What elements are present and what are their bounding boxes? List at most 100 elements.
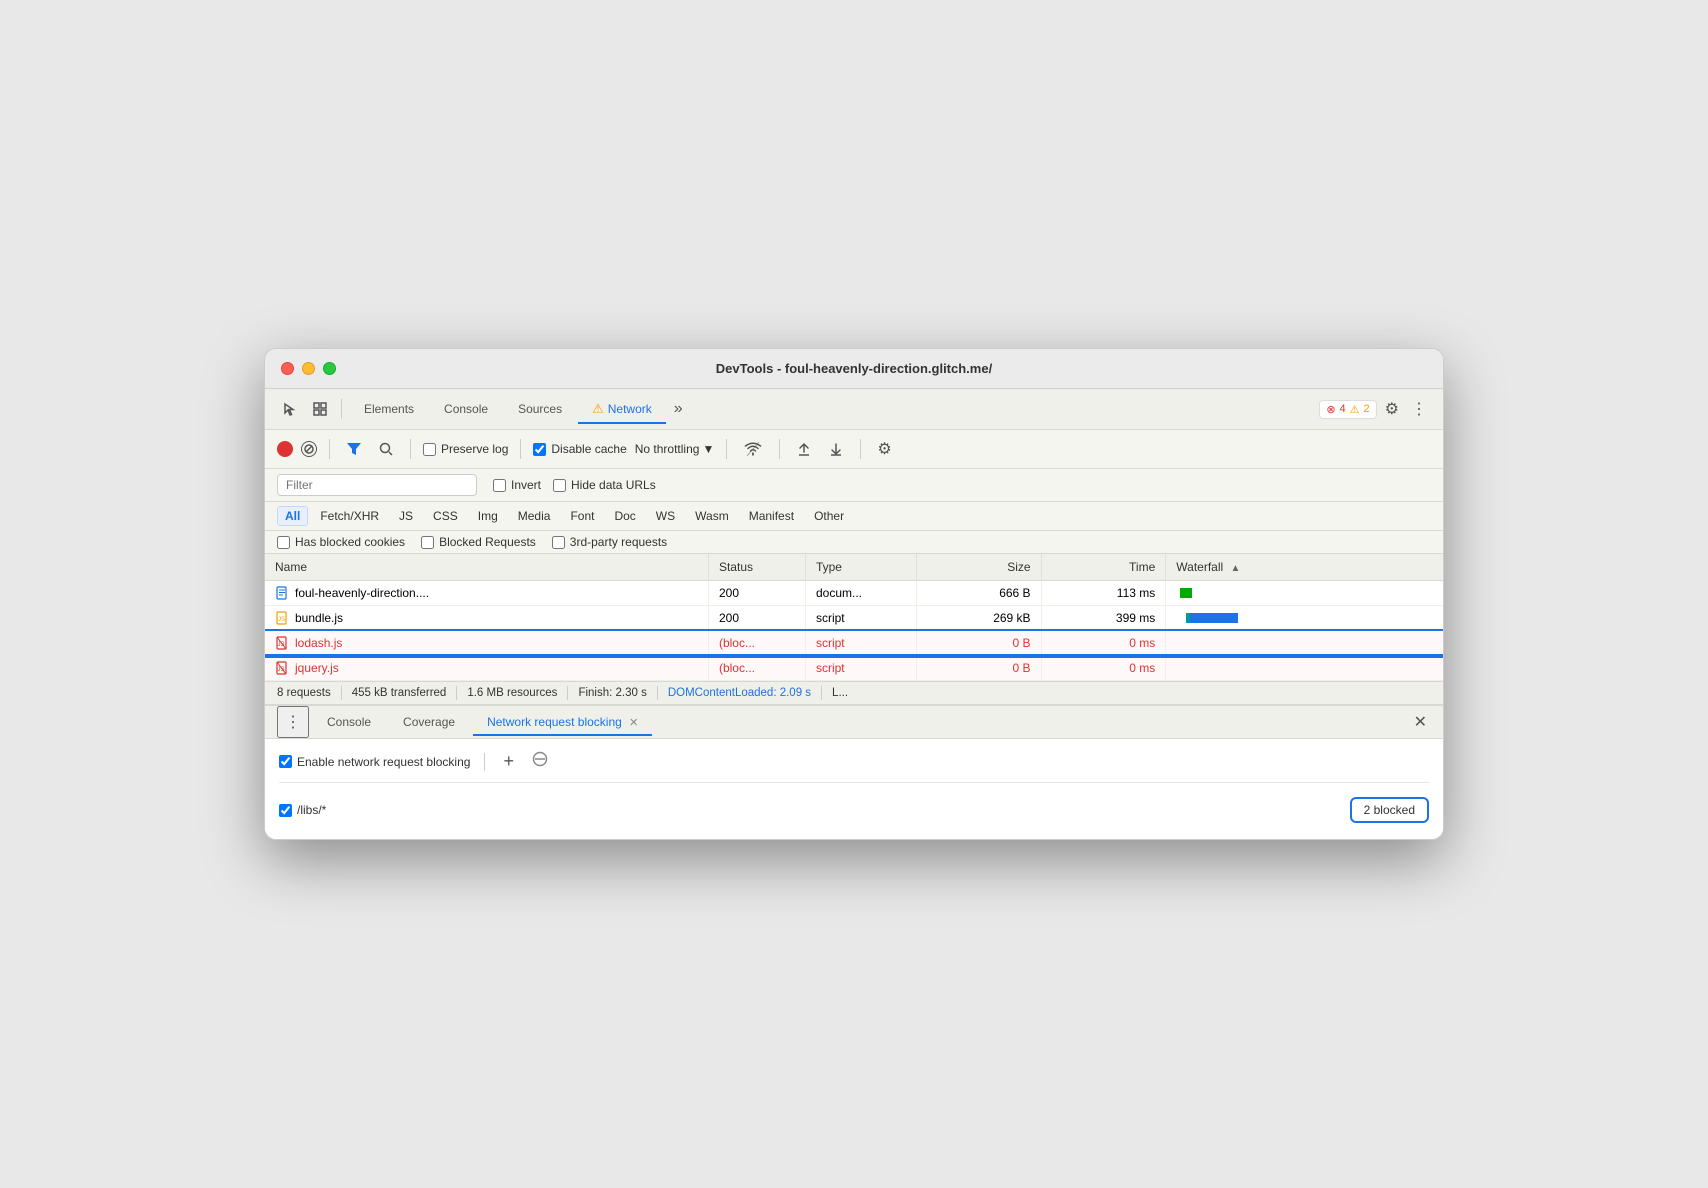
window-title: DevTools - foul-heavenly-direction.glitc… bbox=[716, 361, 992, 376]
row-3-name: lodash.js bbox=[295, 636, 342, 650]
blocked-requests-label[interactable]: Blocked Requests bbox=[421, 535, 536, 549]
wifi-icon[interactable] bbox=[739, 439, 767, 459]
row-4-waterfall bbox=[1166, 656, 1443, 681]
traffic-lights bbox=[281, 362, 336, 375]
tab-elements[interactable]: Elements bbox=[350, 396, 428, 422]
col-time[interactable]: Time bbox=[1041, 554, 1166, 581]
cursor-icon[interactable] bbox=[277, 398, 303, 420]
requests-count: 8 requests bbox=[277, 687, 331, 699]
filter-icon[interactable] bbox=[342, 440, 366, 458]
col-waterfall[interactable]: Waterfall ▲ bbox=[1166, 554, 1443, 581]
third-party-checkbox[interactable] bbox=[552, 536, 565, 549]
resources-amount: 1.6 MB resources bbox=[467, 687, 557, 699]
type-filter-other[interactable]: Other bbox=[806, 506, 852, 526]
maximize-button[interactable] bbox=[323, 362, 336, 375]
invert-label[interactable]: Invert bbox=[493, 478, 541, 492]
doc-file-icon bbox=[275, 586, 289, 600]
net-separator-1 bbox=[329, 439, 330, 459]
row-2-name: bundle.js bbox=[295, 611, 343, 625]
network-warning-icon: ⚠ bbox=[592, 401, 604, 417]
hide-data-urls-checkbox[interactable] bbox=[553, 479, 566, 492]
row-2-time: 399 ms bbox=[1041, 606, 1166, 631]
disable-all-button[interactable] bbox=[528, 749, 552, 774]
tab-bar: Elements Console Sources ⚠ Network » bbox=[350, 395, 689, 423]
blocked-file-icon-2: JS bbox=[275, 661, 289, 675]
row-3-waterfall bbox=[1166, 631, 1443, 656]
disable-cache-checkbox[interactable] bbox=[533, 443, 546, 456]
enable-blocking-checkbox[interactable] bbox=[279, 755, 292, 768]
tab-network[interactable]: ⚠ Network bbox=[578, 395, 666, 423]
throttle-select[interactable]: No throttling ▼ bbox=[635, 442, 715, 456]
close-button[interactable] bbox=[281, 362, 294, 375]
pattern-checkbox[interactable] bbox=[279, 804, 292, 817]
col-name[interactable]: Name bbox=[265, 554, 708, 581]
row-1-status: 200 bbox=[708, 581, 805, 606]
close-tab-icon[interactable]: ✕ bbox=[629, 717, 638, 729]
preserve-log-checkbox[interactable] bbox=[423, 443, 436, 456]
type-filter-manifest[interactable]: Manifest bbox=[741, 506, 802, 526]
net-separator-4 bbox=[726, 439, 727, 459]
inspect-icon[interactable] bbox=[307, 398, 333, 420]
type-filter-css[interactable]: CSS bbox=[425, 506, 466, 526]
filter-input[interactable] bbox=[277, 474, 477, 496]
row-1-waterfall bbox=[1166, 581, 1443, 606]
row-1-type: docum... bbox=[805, 581, 916, 606]
download-icon[interactable] bbox=[824, 439, 848, 459]
enable-blocking-label[interactable]: Enable network request blocking bbox=[279, 755, 470, 769]
type-filter-ws[interactable]: WS bbox=[648, 506, 683, 526]
finish-time: Finish: 2.30 s bbox=[578, 687, 646, 699]
col-type[interactable]: Type bbox=[805, 554, 916, 581]
bottom-tab-network-blocking[interactable]: Network request blocking ✕ bbox=[473, 708, 652, 736]
disable-cache-label[interactable]: Disable cache bbox=[533, 442, 626, 456]
load-time: L... bbox=[832, 687, 848, 699]
transferred-amount: 455 kB transferred bbox=[352, 687, 447, 699]
record-button[interactable] bbox=[277, 441, 293, 457]
type-filter-fetchxhr[interactable]: Fetch/XHR bbox=[312, 506, 387, 526]
table-row[interactable]: JS lodash.js (bloc... script 0 B 0 ms bbox=[265, 631, 1443, 656]
type-filter-js[interactable]: JS bbox=[391, 506, 421, 526]
bottom-more-button[interactable]: ⋮ bbox=[277, 706, 309, 738]
type-filter-wasm[interactable]: Wasm bbox=[687, 506, 737, 526]
extra-filters-bar: Has blocked cookies Blocked Requests 3rd… bbox=[265, 531, 1443, 554]
search-icon[interactable] bbox=[374, 439, 398, 459]
col-size[interactable]: Size bbox=[916, 554, 1041, 581]
row-2-size: 269 kB bbox=[916, 606, 1041, 631]
row-2-waterfall bbox=[1166, 606, 1443, 631]
pattern-checkbox-label[interactable]: /libs/* bbox=[279, 803, 326, 817]
blocked-cookies-checkbox[interactable] bbox=[277, 536, 290, 549]
preserve-log-label[interactable]: Preserve log bbox=[423, 442, 508, 456]
type-filter-font[interactable]: Font bbox=[562, 506, 602, 526]
blocked-cookies-label[interactable]: Has blocked cookies bbox=[277, 535, 405, 549]
col-status[interactable]: Status bbox=[708, 554, 805, 581]
row-1-size: 666 B bbox=[916, 581, 1041, 606]
table-row[interactable]: foul-heavenly-direction.... 200 docum...… bbox=[265, 581, 1443, 606]
tab-console[interactable]: Console bbox=[430, 396, 502, 422]
add-pattern-button[interactable]: + bbox=[499, 749, 518, 774]
type-filter-img[interactable]: Img bbox=[470, 506, 506, 526]
clear-button[interactable] bbox=[301, 441, 317, 457]
tab-sources[interactable]: Sources bbox=[504, 396, 576, 422]
bottom-tab-coverage[interactable]: Coverage bbox=[389, 708, 469, 736]
table-row[interactable]: JS bundle.js 200 script 269 kB 399 ms bbox=[265, 606, 1443, 631]
invert-checkbox[interactable] bbox=[493, 479, 506, 492]
row-4-name: jquery.js bbox=[295, 661, 339, 675]
table-row[interactable]: JS jquery.js (bloc... script 0 B 0 ms bbox=[265, 656, 1443, 681]
settings-button[interactable]: ⚙ bbox=[1381, 395, 1403, 423]
network-settings-button[interactable]: ⚙ bbox=[873, 435, 895, 463]
type-filter-doc[interactable]: Doc bbox=[606, 506, 643, 526]
blocking-enable-row: Enable network request blocking + bbox=[279, 749, 1429, 783]
third-party-label[interactable]: 3rd-party requests bbox=[552, 535, 667, 549]
warning-icon: ⚠ bbox=[1350, 403, 1360, 416]
bottom-tab-console[interactable]: Console bbox=[313, 708, 385, 736]
tab-more[interactable]: » bbox=[668, 396, 689, 422]
blocked-requests-checkbox[interactable] bbox=[421, 536, 434, 549]
type-filter-media[interactable]: Media bbox=[510, 506, 559, 526]
minimize-button[interactable] bbox=[302, 362, 315, 375]
hide-data-urls-label[interactable]: Hide data URLs bbox=[553, 478, 656, 492]
type-filter-all[interactable]: All bbox=[277, 506, 308, 526]
close-all-button[interactable]: ✕ bbox=[1410, 708, 1431, 736]
upload-icon[interactable] bbox=[792, 439, 816, 459]
status-sep-1 bbox=[341, 686, 342, 700]
status-sep-5 bbox=[821, 686, 822, 700]
more-button[interactable]: ⋮ bbox=[1407, 395, 1431, 423]
